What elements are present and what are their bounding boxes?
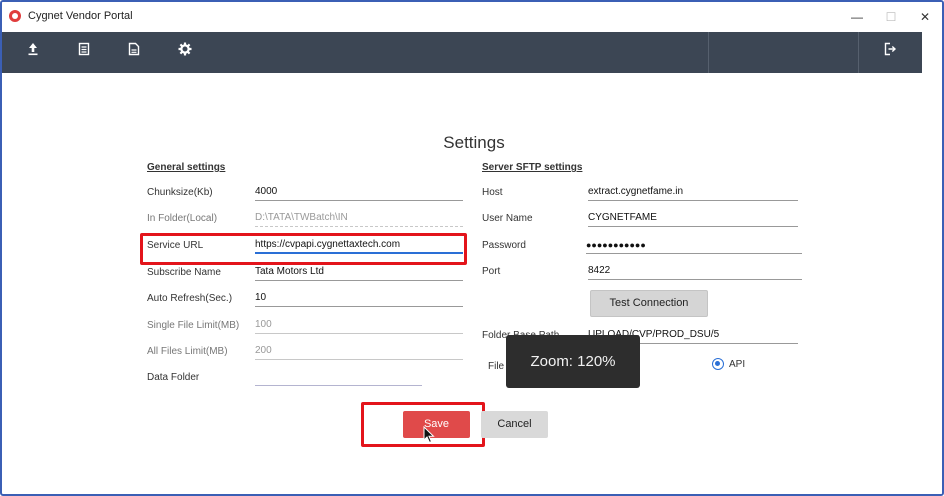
upload-icon [28, 43, 38, 56]
general-settings-heading: General settings [147, 162, 226, 173]
subscribe-name-field[interactable]: Tata Motors Ltd [255, 265, 463, 281]
all-files-limit-field[interactable]: 200 [255, 344, 463, 360]
mouse-cursor-icon [423, 426, 435, 444]
service-url-highlight [140, 233, 467, 265]
window-title: Cygnet Vendor Portal [28, 10, 133, 22]
in-folder-label: In Folder(Local) [147, 213, 218, 224]
logout-button[interactable] [879, 42, 901, 62]
auto-refresh-label: Auto Refresh(Sec.) [147, 293, 233, 304]
in-folder-field[interactable]: D:\TATA\TWBatch\IN [255, 211, 463, 227]
single-file-limit-label: Single File Limit(MB) [147, 320, 240, 331]
host-field[interactable]: extract.cygnetfame.in [588, 185, 798, 201]
port-field[interactable]: 8422 [588, 264, 802, 280]
sftp-settings-heading: Server SFTP settings [482, 162, 583, 173]
settings-button[interactable] [174, 42, 196, 62]
upload-button[interactable] [22, 42, 44, 62]
scrollbar[interactable] [922, 32, 942, 494]
toolbar [2, 32, 922, 73]
test-connection-button[interactable]: Test Connection [590, 290, 708, 317]
list-document-button[interactable] [73, 42, 95, 62]
logout-icon [884, 42, 896, 56]
chunksize-field[interactable]: 4000 [255, 185, 463, 201]
title-bar: Cygnet Vendor Portal — ☐ ✕ [2, 2, 942, 32]
port-label: Port [482, 266, 501, 277]
page-title: Settings [443, 133, 505, 152]
chunksize-label: Chunksize(Kb) [147, 187, 213, 198]
zoom-toast: Zoom: 120% [506, 335, 640, 388]
api-radio-label: API [729, 359, 746, 370]
username-field[interactable]: CYGNETFAME [588, 211, 798, 227]
all-files-limit-label: All Files Limit(MB) [147, 346, 228, 357]
list-document-icon [78, 42, 90, 56]
data-folder-label: Data Folder [147, 372, 200, 383]
toolbar-divider [858, 32, 859, 73]
password-label: Password [482, 240, 526, 251]
app-logo-icon [9, 10, 21, 22]
username-label: User Name [482, 213, 533, 224]
api-radio[interactable] [712, 358, 724, 370]
file-document-button[interactable] [123, 42, 145, 62]
minimize-button[interactable]: — [842, 6, 872, 28]
file-mode-label: File [488, 361, 505, 372]
subscribe-name-label: Subscribe Name [147, 267, 221, 278]
toolbar-divider [708, 32, 709, 73]
single-file-limit-field[interactable]: 100 [255, 318, 463, 334]
maximize-button[interactable]: ☐ [876, 6, 906, 28]
gear-icon [178, 42, 192, 56]
file-document-icon [128, 42, 140, 56]
auto-refresh-field[interactable]: 10 [255, 291, 463, 307]
data-folder-field[interactable] [255, 370, 422, 386]
close-button[interactable]: ✕ [910, 6, 940, 28]
cancel-button[interactable]: Cancel [481, 411, 548, 438]
host-label: Host [482, 187, 503, 198]
password-field[interactable]: ●●●●●●●●●●● [586, 238, 802, 254]
app-window: Cygnet Vendor Portal — ☐ ✕ Settings Gene… [0, 0, 944, 496]
